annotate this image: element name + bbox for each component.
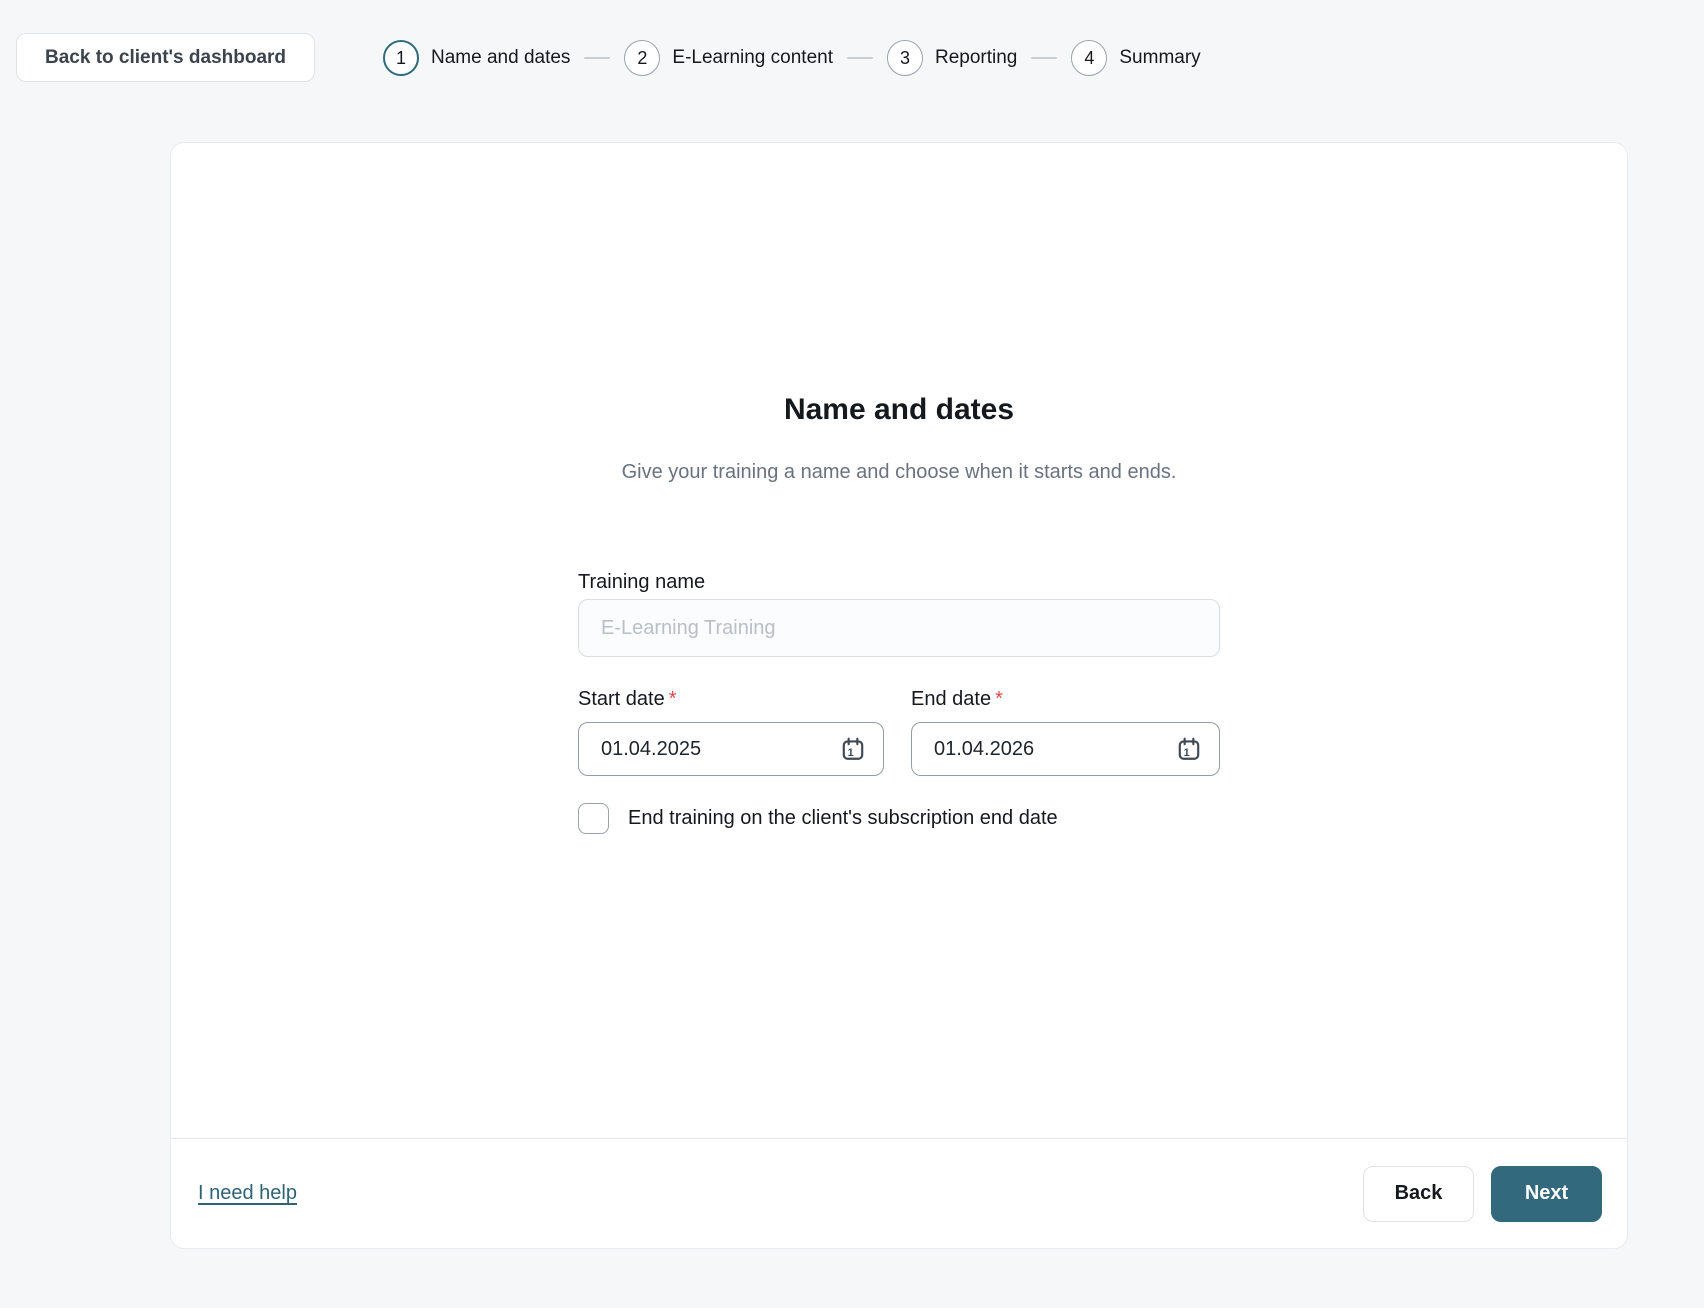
step-name-and-dates[interactable]: 1 Name and dates [383, 40, 570, 76]
next-button[interactable]: Next [1491, 1166, 1602, 1222]
back-button[interactable]: Back [1363, 1166, 1474, 1222]
calendar-icon: 1 [1176, 736, 1202, 762]
step-2-label: E-Learning content [672, 47, 833, 69]
start-date-label: Start date* [578, 687, 884, 711]
start-date-field: 1 [578, 722, 884, 776]
step-separator [584, 57, 610, 59]
step-reporting[interactable]: 3 Reporting [887, 40, 1017, 76]
step-4-circle: 4 [1071, 40, 1107, 76]
wizard-stepper: 1 Name and dates 2 E-Learning content 3 … [383, 39, 1201, 77]
end-date-label: End date* [911, 687, 1220, 711]
start-date-calendar-button[interactable]: 1 [839, 735, 867, 763]
step-summary[interactable]: 4 Summary [1071, 40, 1200, 76]
required-asterisk: * [995, 688, 1003, 710]
page-subtitle: Give your training a name and choose whe… [622, 458, 1177, 486]
step-1-label: Name and dates [431, 47, 570, 69]
card-footer: I need help Back Next [171, 1138, 1627, 1248]
svg-text:1: 1 [1184, 747, 1190, 759]
training-name-input[interactable] [578, 599, 1220, 657]
svg-text:1: 1 [848, 747, 854, 759]
step-3-label: Reporting [935, 47, 1017, 69]
back-to-dashboard-button[interactable]: Back to client's dashboard [16, 33, 315, 82]
start-date-input[interactable] [579, 738, 883, 761]
step-4-label: Summary [1119, 47, 1200, 69]
page-title: Name and dates [784, 394, 1014, 426]
step-1-circle: 1 [383, 40, 419, 76]
wizard-card: Name and dates Give your training a name… [170, 142, 1628, 1249]
step-2-circle: 2 [624, 40, 660, 76]
step-separator [847, 57, 873, 59]
training-name-label: Training name [578, 571, 705, 593]
step-elearning-content[interactable]: 2 E-Learning content [624, 40, 833, 76]
step-separator [1031, 57, 1057, 59]
end-date-calendar-button[interactable]: 1 [1175, 735, 1203, 763]
help-link[interactable]: I need help [198, 1182, 297, 1205]
required-asterisk: * [669, 688, 677, 710]
training-form: Training name Start date* [578, 570, 1220, 834]
step-3-circle: 3 [887, 40, 923, 76]
end-date-field: 1 [911, 722, 1220, 776]
subscription-end-checkbox-label[interactable]: End training on the client's subscriptio… [628, 807, 1058, 830]
calendar-icon: 1 [840, 736, 866, 762]
end-date-input[interactable] [912, 738, 1219, 761]
subscription-end-checkbox[interactable] [578, 803, 609, 834]
